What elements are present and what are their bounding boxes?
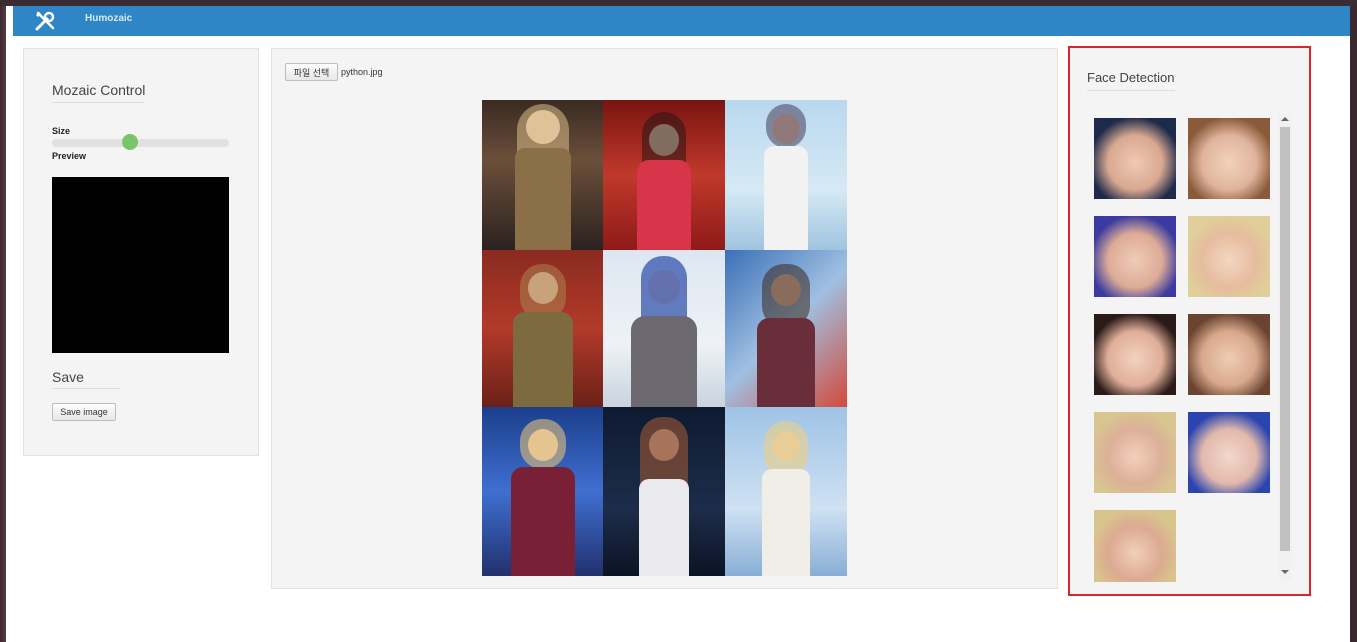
mozaic-control-heading: Mozaic Control [52,82,146,98]
photo-tile [482,250,603,407]
size-label: Size [52,126,71,136]
scrollbar-thumb[interactable] [1280,127,1290,551]
file-select-button[interactable]: 파일 선택 [285,63,338,81]
face-thumbnail[interactable] [1094,314,1176,395]
preview-label: Preview [52,151,87,161]
face-thumbnail[interactable] [1188,216,1270,297]
app-brand[interactable]: Humozaic [85,13,132,24]
face-thumbnail[interactable] [1188,118,1270,199]
face-list-scrollbar[interactable] [1278,114,1292,580]
face-thumbnail[interactable] [1094,118,1176,199]
scroll-down-arrow-icon[interactable] [1281,570,1289,574]
face-thumbnail[interactable] [1188,412,1270,493]
face-thumbnail[interactable] [1094,510,1176,582]
photo-tile [603,100,725,250]
face-thumbnail[interactable] [1188,314,1270,395]
detected-faces-list [1094,118,1274,588]
photo-tile [725,250,847,407]
navbar: Humozaic [13,6,1350,36]
preview-canvas [52,177,229,353]
image-panel: 파일 선택 python.jpg [271,48,1058,589]
mozaic-control-panel: Mozaic Control Size Preview Save Save im… [23,48,259,456]
face-detection-panel: Face Detection [1068,46,1311,596]
scroll-up-arrow-icon[interactable] [1281,117,1289,121]
heading-divider [52,388,120,389]
face-detection-heading: Face Detection [1087,70,1175,85]
size-slider-thumb[interactable] [121,134,138,150]
photo-tile [603,250,725,407]
face-thumbnail[interactable] [1094,412,1176,493]
photo-tile [725,407,847,576]
uploaded-image [482,100,847,576]
heading-divider [1087,90,1175,91]
photo-tile [482,100,603,250]
heading-divider [52,102,144,103]
selected-file-name: python.jpg [341,67,383,77]
photo-tile [725,100,847,250]
photo-tile [482,407,603,576]
size-slider-track[interactable] [52,139,229,147]
save-image-button[interactable]: Save image [52,403,116,421]
photo-tile [603,407,725,576]
save-heading: Save [52,369,84,385]
tools-icon[interactable] [33,9,57,33]
face-thumbnail[interactable] [1094,216,1176,297]
